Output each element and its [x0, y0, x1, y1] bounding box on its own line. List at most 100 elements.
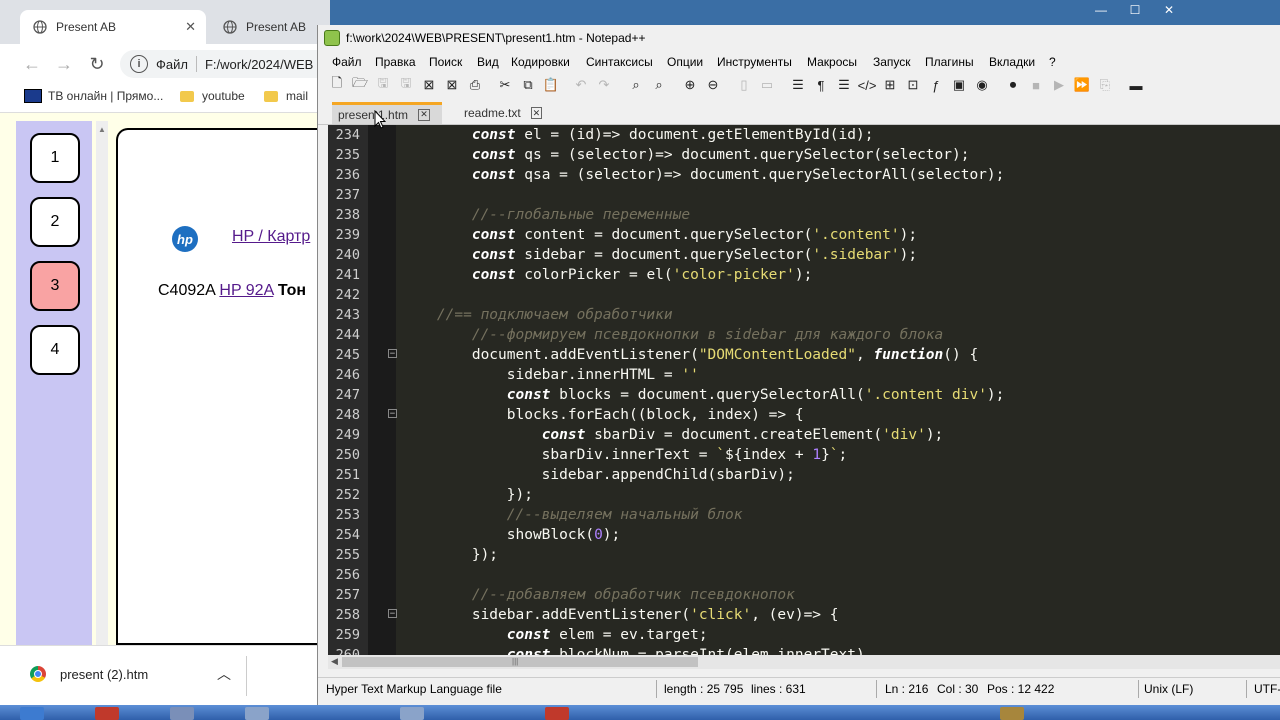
taskbar-app-icon[interactable] — [1000, 707, 1024, 720]
scroll-left-icon[interactable]: ◀ — [331, 656, 338, 667]
play-macro-icon[interactable]: ▶ — [1050, 76, 1068, 94]
show-all-chars-icon[interactable]: ¶ — [812, 76, 830, 94]
code-line[interactable]: 240 const sidebar = document.querySelect… — [328, 245, 1280, 265]
close-all-icon[interactable]: ⊠ — [443, 76, 461, 94]
maximize-icon[interactable]: ☐ — [1118, 0, 1152, 20]
scrollbar-thumb[interactable] — [342, 657, 698, 667]
save-icon[interactable]: 🖫 — [374, 75, 392, 94]
code-line[interactable]: 255 }); — [328, 545, 1280, 565]
tab-readme-txt[interactable]: readme.txt ✕ — [458, 102, 548, 124]
code-line[interactable]: 243 //== подключаем обработчики — [328, 305, 1280, 325]
close-tab-icon[interactable]: ✕ — [185, 19, 196, 35]
word-wrap-icon[interactable]: ☰ — [789, 76, 807, 94]
print-icon[interactable]: ⎙ — [466, 76, 484, 94]
browser-tab[interactable]: Present AB — [210, 10, 330, 44]
menu-tools[interactable]: Инструменты — [717, 55, 792, 69]
address-bar[interactable]: i Файл F:/work/2024/WEB — [120, 50, 330, 78]
taskbar-app-icon[interactable] — [245, 707, 269, 720]
undo-icon[interactable]: ↶ — [572, 76, 590, 94]
sidebar-button-3[interactable]: 3 — [30, 261, 80, 311]
code-line[interactable]: 242 — [328, 285, 1280, 305]
code-line[interactable]: 239 const content = document.querySelect… — [328, 225, 1280, 245]
info-icon[interactable]: i — [130, 55, 148, 73]
run-macro-multiple-icon[interactable]: ⏩ — [1073, 76, 1091, 94]
menu-help[interactable]: ? — [1049, 55, 1056, 69]
scroll-up-icon[interactable]: ▲ — [98, 125, 106, 134]
menu-tabs[interactable]: Вкладки — [989, 55, 1035, 69]
new-file-icon[interactable]: 🗋 — [328, 75, 346, 94]
paste-icon[interactable]: 📋 — [542, 76, 560, 94]
chevron-up-icon[interactable]: ︿ — [217, 664, 231, 684]
bookmark-mail[interactable]: mail — [264, 89, 308, 103]
xml-tags-icon[interactable]: </> — [858, 76, 877, 94]
code-line[interactable]: 254 showBlock(0); — [328, 525, 1280, 545]
taskbar-app-icon[interactable] — [20, 707, 44, 720]
close-icon[interactable]: ✕ — [1152, 0, 1186, 20]
menu-view[interactable]: Вид — [477, 55, 499, 69]
sidebar-button-2[interactable]: 2 — [30, 197, 80, 247]
code-line[interactable]: 238 //--глобальные переменные — [328, 205, 1280, 225]
menu-syntax[interactable]: Синтаксисы — [586, 55, 653, 69]
indent-guide-icon[interactable]: ☰ — [835, 76, 853, 94]
fold-toggle-icon[interactable]: − — [388, 609, 397, 619]
stop-macro-icon[interactable]: ■ — [1027, 76, 1045, 94]
code-line[interactable]: 235 const qs = (selector)=> document.que… — [328, 145, 1280, 165]
sync-vertical-icon[interactable]: ▯ — [735, 76, 753, 94]
code-line[interactable]: 260 const blockNum = parseInt(elem.inner… — [328, 645, 1280, 655]
code-line[interactable]: 257 //--добавляем обработчик псевдокнопо… — [328, 585, 1280, 605]
folder-workspace-icon[interactable]: ▣ — [950, 76, 968, 94]
code-line[interactable]: 246 sidebar.innerHTML = '' — [328, 365, 1280, 385]
code-line[interactable]: 249 const sbarDiv = document.createEleme… — [328, 425, 1280, 445]
sync-horizontal-icon[interactable]: ▭ — [758, 76, 776, 94]
product-link[interactable]: HP 92A — [219, 282, 273, 299]
sidebar-button-4[interactable]: 4 — [30, 325, 80, 375]
tab-present1-htm[interactable]: present1.htm ✕ — [332, 102, 442, 124]
menu-options[interactable]: Опции — [667, 55, 703, 69]
copy-icon[interactable]: ⧉ — [519, 76, 537, 94]
code-line[interactable]: 253 //--выделяем начальный блок — [328, 505, 1280, 525]
taskbar-app-icon[interactable] — [170, 707, 194, 720]
code-line[interactable]: 248 − blocks.forEach((block, index) => { — [328, 405, 1280, 425]
code-line[interactable]: 234 const el = (id)=> document.getElemen… — [328, 125, 1280, 145]
menu-plugins[interactable]: Плагины — [925, 55, 974, 69]
menu-edit[interactable]: Правка — [375, 55, 416, 69]
code-editor[interactable]: 234 const el = (id)=> document.getElemen… — [328, 125, 1280, 655]
code-line[interactable]: 259 const elem = ev.target; — [328, 625, 1280, 645]
zoom-in-icon[interactable]: ⊕ — [681, 76, 699, 94]
status-encoding[interactable]: UTF- — [1254, 682, 1280, 696]
save-all-icon[interactable]: 🖫 — [397, 75, 415, 94]
document-list-icon[interactable]: ⊡ — [904, 76, 922, 94]
forward-arrow-icon[interactable]: → — [52, 52, 76, 76]
reload-icon[interactable]: ↻ — [85, 52, 109, 76]
browser-tab[interactable]: Present AB ✕ — [20, 10, 206, 44]
zoom-out-icon[interactable]: ⊖ — [704, 76, 722, 94]
close-tab-icon[interactable]: ✕ — [530, 107, 542, 119]
taskbar-app-icon[interactable] — [400, 707, 424, 720]
code-line[interactable]: 256 — [328, 565, 1280, 585]
fold-toggle-icon[interactable]: − — [388, 349, 397, 359]
code-line[interactable]: 245 − document.addEventListener("DOMConte… — [328, 345, 1280, 365]
save-macro-icon[interactable]: ⎘ — [1096, 76, 1114, 94]
redo-icon[interactable]: ↷ — [595, 76, 613, 94]
menu-run[interactable]: Запуск — [873, 55, 911, 69]
close-file-icon[interactable]: ⊠ — [420, 76, 438, 94]
bookmark-youtube[interactable]: youtube — [180, 89, 245, 103]
code-line[interactable]: 244 //--формируем псевдокнопки в sidebar… — [328, 325, 1280, 345]
menu-file[interactable]: Файл — [332, 55, 362, 69]
menu-encoding[interactable]: Кодировки — [511, 55, 570, 69]
sidebar-button-1[interactable]: 1 — [30, 133, 80, 183]
function-list-icon[interactable]: ƒ — [927, 76, 945, 94]
download-filename[interactable]: present (2).htm — [60, 667, 148, 682]
taskbar-app-icon[interactable] — [545, 707, 569, 720]
panel-icon[interactable]: ▬ — [1127, 76, 1145, 94]
cut-icon[interactable]: ✂ — [496, 76, 514, 94]
document-map-icon[interactable]: ⊞ — [881, 76, 899, 94]
vertical-scrollbar[interactable]: ▲ — [96, 121, 108, 645]
find-icon[interactable]: ⌕ — [627, 76, 645, 94]
code-line[interactable]: 241 const colorPicker = el('color-picker… — [328, 265, 1280, 285]
record-macro-icon[interactable]: ⏺ — [1004, 76, 1022, 94]
menu-macros[interactable]: Макросы — [807, 55, 857, 69]
menu-search[interactable]: Поиск — [429, 55, 462, 69]
code-line[interactable]: 236 const qsa = (selector)=> document.qu… — [328, 165, 1280, 185]
monitoring-icon[interactable]: ◉ — [973, 76, 991, 94]
